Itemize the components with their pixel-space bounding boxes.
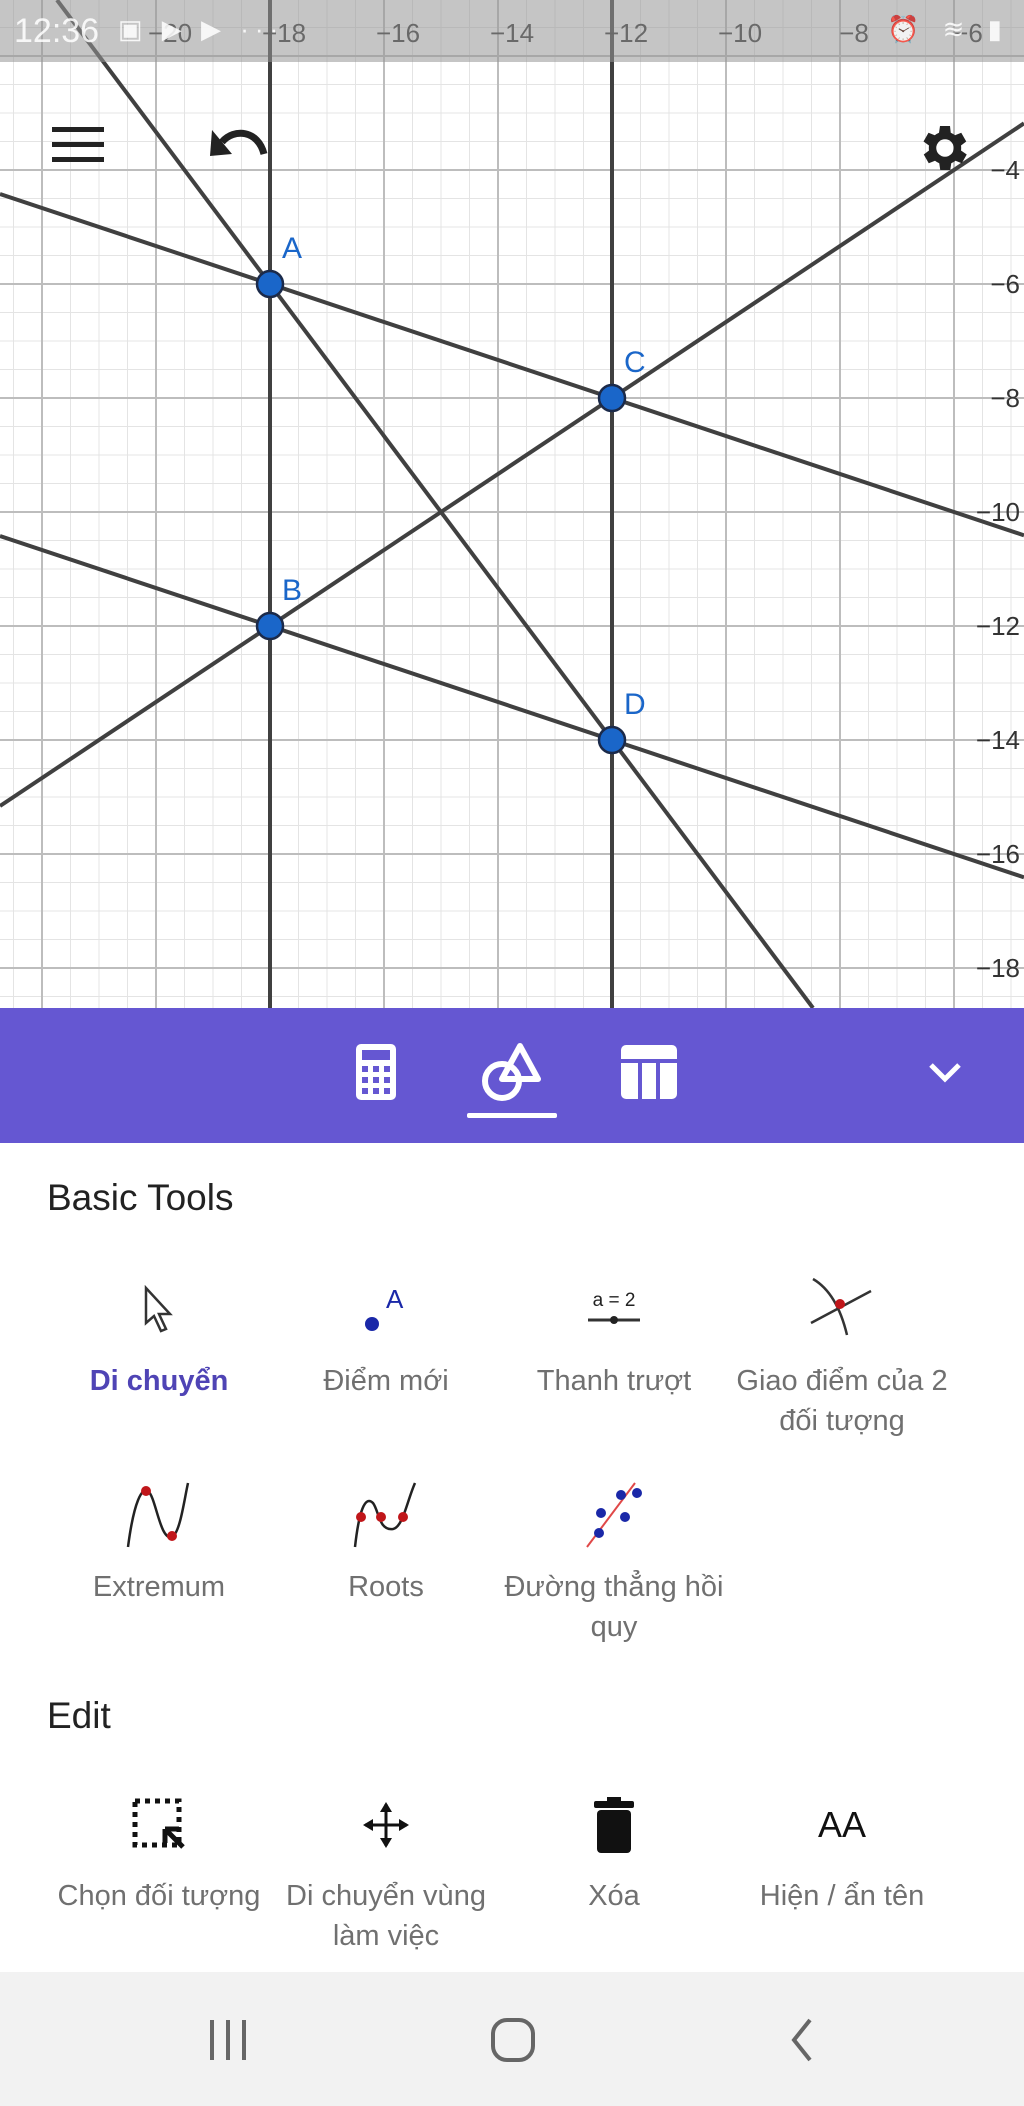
tool-label: Thanh trượt: [536, 1365, 692, 1397]
extremum-icon: [126, 1482, 190, 1548]
tool-show-hide-label[interactable]: AA Hiện / ẩn tên: [728, 1790, 956, 1916]
slider-icon-text: a = 2: [593, 1290, 636, 1311]
tool-label: Chọn đối tượng: [57, 1880, 261, 1912]
tab-algebra[interactable]: [344, 1040, 408, 1104]
point-A: [255, 269, 285, 299]
status-time: 12:36: [14, 12, 100, 50]
show-hide-label-icon: AA: [817, 1804, 867, 1845]
toolbar: [0, 1008, 1024, 1143]
tool-label: Roots: [348, 1571, 424, 1603]
tab-tools[interactable]: [480, 1040, 544, 1104]
tool-label: Di chuyển: [89, 1365, 229, 1397]
status-bar: 12:36 ▣ ▶ ▶ ··· ⏰ ≋ ▮: [0, 0, 1024, 62]
section-title-basic-tools: Basic Tools: [47, 1177, 234, 1218]
roots-icon: [353, 1482, 417, 1548]
point-label-D: D: [624, 688, 646, 721]
back-icon: [791, 2018, 812, 2062]
system-navigation-bar: [0, 1972, 1024, 2106]
section-title-edit: Edit: [47, 1695, 111, 1736]
tool-intersect[interactable]: Giao điểm của 2 đối tượng: [728, 1275, 956, 1441]
tool-label: Extremum: [92, 1571, 226, 1603]
geometry-tools-icon: [482, 1043, 541, 1101]
new-point-icon: A: [365, 1284, 404, 1331]
recent-apps-icon: [210, 2020, 246, 2060]
recent-apps-button[interactable]: [198, 2012, 258, 2068]
y-tick-label: −14: [976, 725, 1020, 755]
undo-icon: [210, 129, 268, 156]
tool-move-graphics[interactable]: Di chuyển vùng làm việc: [272, 1790, 500, 1956]
tool-roots[interactable]: Roots: [272, 1481, 500, 1607]
point-label-B: B: [282, 574, 302, 607]
y-tick-label: −12: [976, 611, 1020, 641]
system-status-icons: ⏰ ≋ ▮: [887, 14, 1010, 44]
tool-label: Giao điểm của 2 đối tượng: [736, 1365, 948, 1437]
tool-new-point[interactable]: A Điểm mới: [272, 1275, 500, 1401]
table-icon: [621, 1045, 677, 1100]
home-icon: [491, 2018, 535, 2062]
graphics-view[interactable]: −20−18−16−14−12−10−8−6−4−6−8−10−12−14−16…: [0, 0, 1024, 1008]
tool-label: Di chuyển vùng làm việc: [286, 1880, 486, 1952]
move-graphics-icon: [363, 1802, 409, 1848]
tool-label: Đường thẳng hồi quy: [504, 1571, 724, 1643]
y-tick-label: −10: [976, 497, 1020, 527]
tool-fit-line[interactable]: Đường thẳng hồi quy: [500, 1481, 728, 1647]
undo-button[interactable]: [204, 110, 274, 180]
tool-extremum[interactable]: Extremum: [45, 1481, 273, 1607]
intersect-icon: [810, 1277, 872, 1336]
point-label-C: C: [624, 346, 646, 379]
tool-label: Hiện / ẩn tên: [759, 1880, 925, 1912]
tool-label: Điểm mới: [323, 1365, 449, 1397]
back-button[interactable]: [771, 2012, 831, 2068]
collapse-toolbar-button[interactable]: [913, 1040, 977, 1104]
gear-icon: [923, 126, 967, 170]
point-D: [597, 725, 627, 755]
y-tick-label: −8: [990, 383, 1020, 413]
point-label-A: A: [282, 232, 302, 265]
y-tick-label: −18: [976, 953, 1020, 983]
tool-delete[interactable]: Xóa: [500, 1790, 728, 1916]
line-AD: [55, 0, 815, 1008]
menu-icon: [52, 127, 104, 162]
svg-text:A: A: [386, 1284, 404, 1314]
y-tick-label: −16: [976, 839, 1020, 869]
calculator-icon: [356, 1044, 396, 1100]
point-C: [597, 383, 627, 413]
settings-button[interactable]: [910, 113, 980, 183]
active-tab-indicator: [467, 1113, 557, 1118]
tool-move[interactable]: Di chuyển: [45, 1275, 273, 1401]
select-objects-icon: [132, 1798, 185, 1849]
line-BC: [0, 121, 1024, 808]
pointer-arrow-icon: [144, 1285, 173, 1333]
chevron-down-icon: [929, 1063, 961, 1083]
tab-table[interactable]: [617, 1040, 681, 1104]
notification-icons: ▣ ▶ ▶ ···: [118, 14, 285, 44]
tool-slider[interactable]: a = 2 Thanh trượt: [500, 1275, 728, 1401]
y-tick-label: −6: [990, 269, 1020, 299]
tool-label: Xóa: [588, 1880, 640, 1912]
y-tick-label: −4: [990, 155, 1020, 185]
line-AC: [0, 192, 1024, 538]
home-button[interactable]: [483, 2012, 543, 2068]
menu-button[interactable]: [43, 110, 113, 180]
point-B: [255, 611, 285, 641]
fit-line-icon: [586, 1482, 642, 1548]
delete-icon: [594, 1797, 634, 1853]
slider-icon: a = 2: [588, 1290, 640, 1324]
tool-select-objects[interactable]: Chọn đối tượng: [45, 1790, 273, 1916]
line-BD: [0, 534, 1024, 880]
